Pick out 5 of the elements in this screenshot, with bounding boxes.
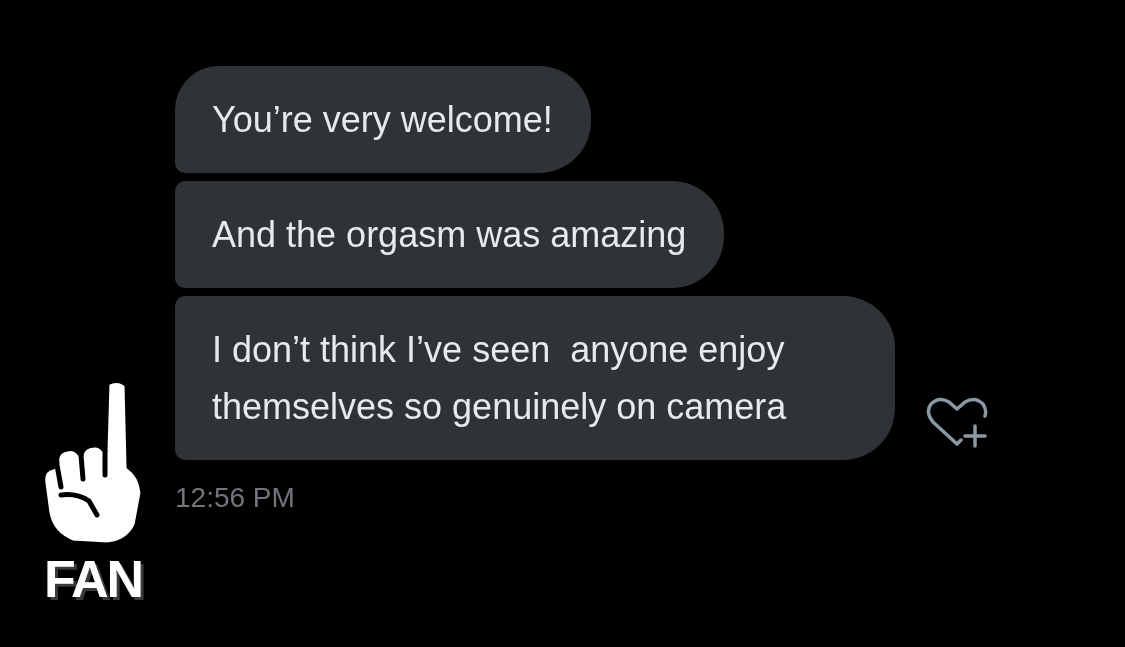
message-bubble: You’re very welcome! (175, 66, 591, 173)
message-timestamp: 12:56 PM (175, 482, 295, 514)
message-bubble: And the orgasm was amazing (175, 181, 725, 288)
avatar-label: FAN (44, 553, 142, 605)
message-bubble: I don’t think I’ve seen anyone enjoy themselves so genuinely on camera (175, 296, 895, 460)
